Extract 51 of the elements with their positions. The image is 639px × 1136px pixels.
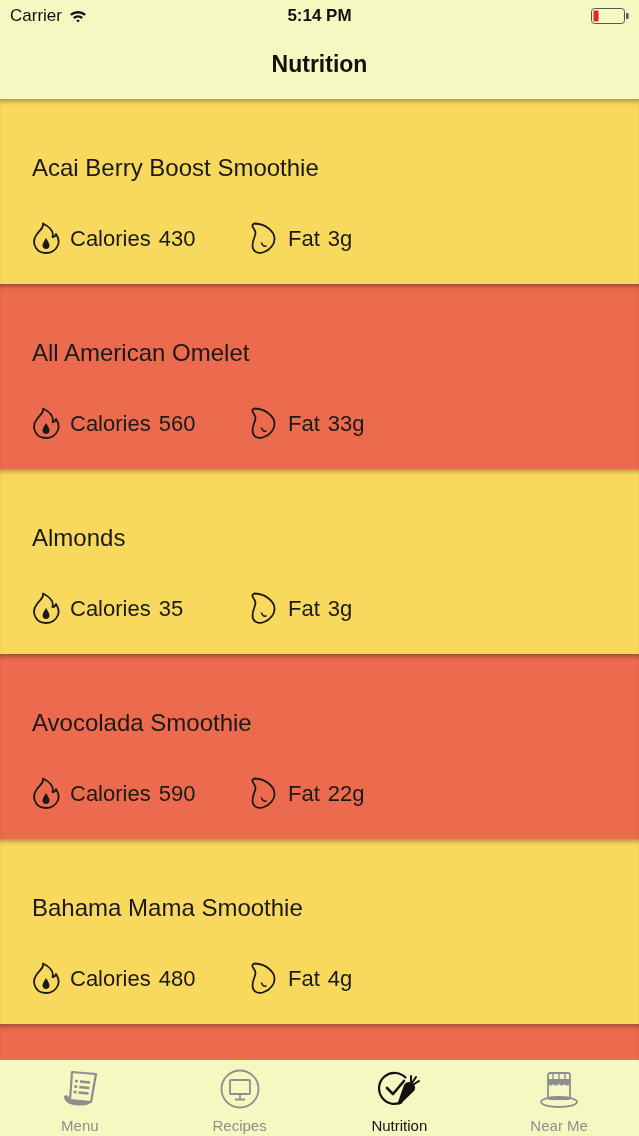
carrier-text: Carrier bbox=[10, 5, 62, 28]
drop-icon bbox=[250, 407, 276, 439]
food-name: Avocolada Smoothie bbox=[32, 708, 253, 738]
fat-value: 33g bbox=[327, 409, 365, 438]
tab-item[interactable]: Nutrition bbox=[319, 1060, 480, 1136]
fat-label: Fat bbox=[288, 409, 320, 438]
fat-label: Fat bbox=[288, 594, 320, 623]
wifi-icon bbox=[68, 9, 87, 23]
nav-title: Nutrition bbox=[271, 50, 368, 80]
battery-icon bbox=[591, 8, 629, 24]
calories-label: Calories bbox=[70, 779, 151, 808]
food-name: Acai Berry Boost Smoothie bbox=[32, 153, 320, 183]
calories-label: Calories bbox=[70, 964, 151, 993]
tab-item[interactable]: Near Me bbox=[479, 1060, 639, 1136]
fat-label: Fat bbox=[288, 964, 320, 993]
flame-icon bbox=[32, 592, 60, 624]
calories-value: 560 bbox=[158, 409, 196, 438]
status-time: 5:14 PM bbox=[287, 5, 352, 28]
calories-value: 430 bbox=[158, 224, 196, 253]
calories-value: 35 bbox=[158, 594, 184, 623]
fat-label: Fat bbox=[288, 224, 320, 253]
drop-icon bbox=[250, 222, 276, 254]
food-card[interactable]: All American Omelet Calories 560 Fat 33g bbox=[0, 284, 639, 469]
calories-value: 480 bbox=[158, 964, 196, 993]
food-name: All American Omelet bbox=[32, 338, 251, 368]
store-plate-icon bbox=[539, 1069, 580, 1109]
food-card[interactable]: Acai Berry Boost Smoothie Calories 430 Fat 3g bbox=[0, 99, 639, 284]
flame-icon bbox=[32, 962, 60, 994]
flame-icon bbox=[32, 407, 60, 439]
calories-label: Calories bbox=[70, 409, 151, 438]
calories-label: Calories bbox=[70, 594, 151, 623]
food-card[interactable]: Avocolada Smoothie Calories 590 Fat 22g bbox=[0, 654, 639, 839]
fat-label: Fat bbox=[288, 779, 320, 808]
drop-icon bbox=[250, 777, 276, 809]
tab-item[interactable]: Menu bbox=[0, 1060, 160, 1136]
tab-item[interactable]: Recipes bbox=[159, 1060, 320, 1136]
food-card[interactable]: Almonds Calories 35 Fat 3g bbox=[0, 469, 639, 654]
drop-icon bbox=[250, 592, 276, 624]
monitor-circle-icon bbox=[219, 1069, 260, 1109]
food-name: Almonds bbox=[32, 523, 127, 553]
fat-value: 4g bbox=[327, 964, 353, 993]
flame-icon bbox=[32, 777, 60, 809]
fat-value: 3g bbox=[327, 224, 353, 253]
food-name: Bahama Mama Smoothie bbox=[32, 893, 304, 923]
calories-value: 590 bbox=[158, 779, 196, 808]
calories-label: Calories bbox=[70, 224, 151, 253]
flame-icon bbox=[32, 222, 60, 254]
food-card[interactable]: Bahama Mama Smoothie Calories 480 Fat 4g bbox=[0, 839, 639, 1024]
fat-value: 22g bbox=[327, 779, 365, 808]
fat-value: 3g bbox=[327, 594, 353, 623]
drop-icon bbox=[250, 962, 276, 994]
